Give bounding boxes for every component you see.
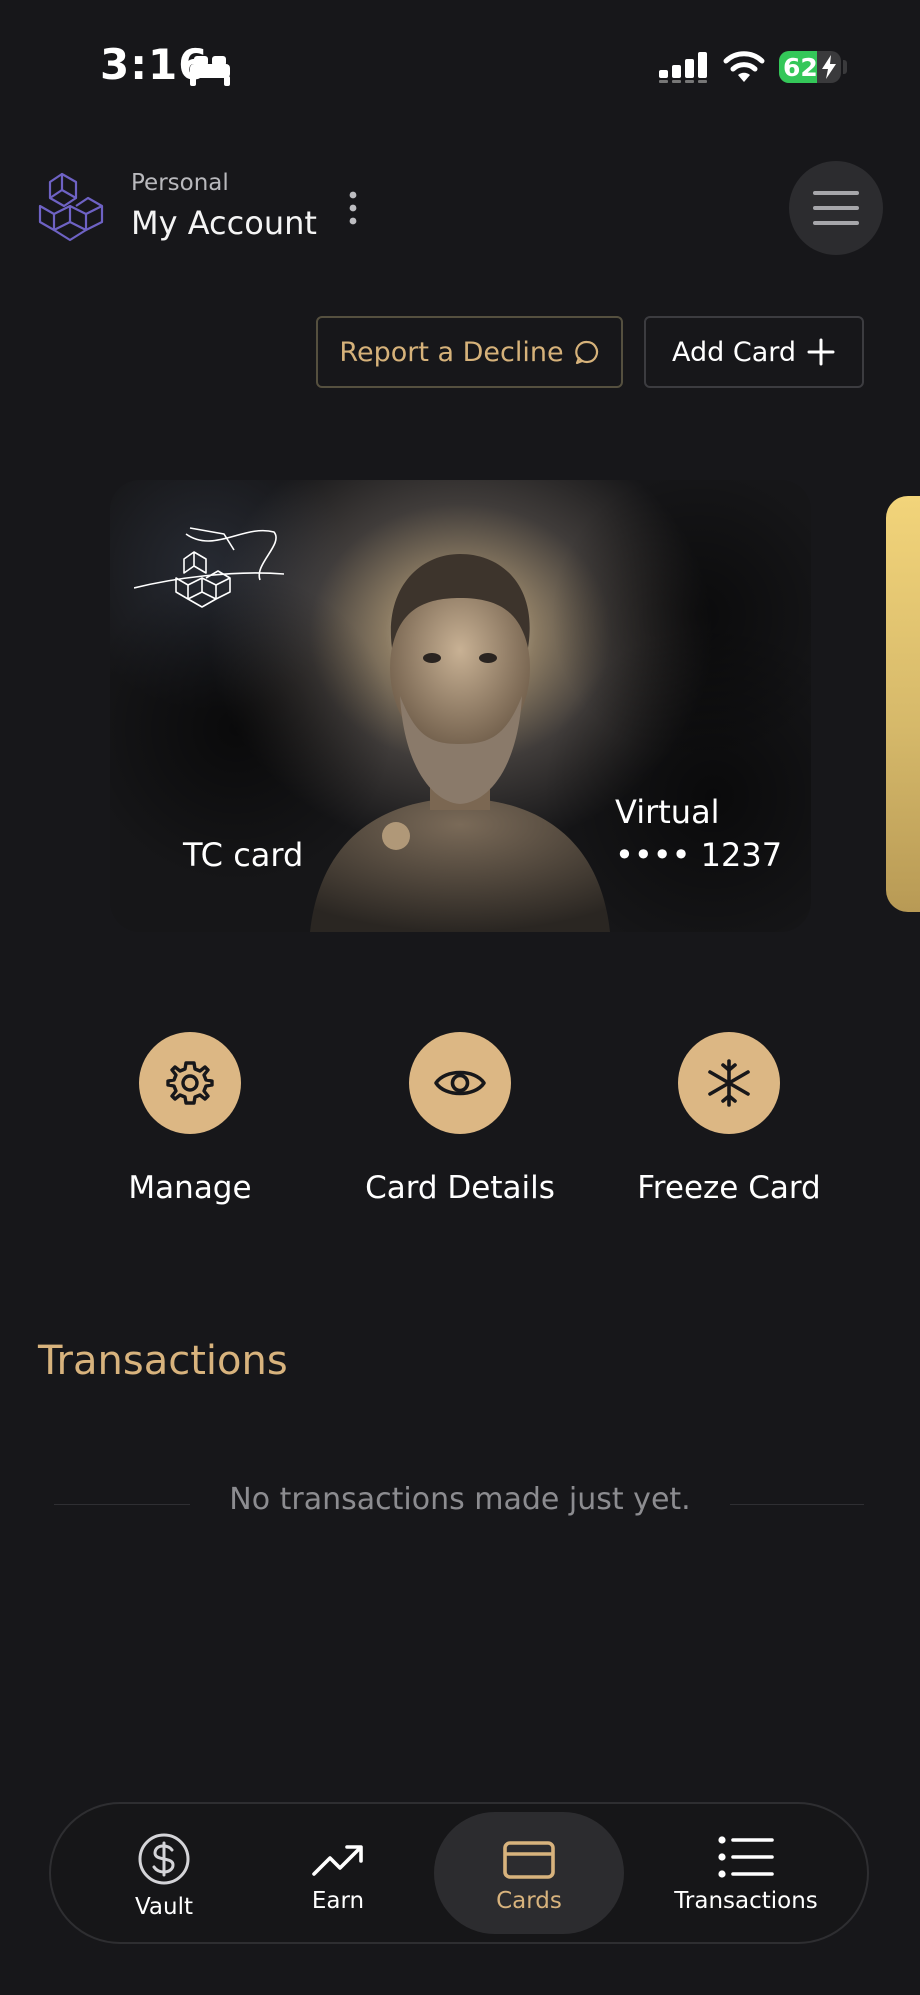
battery-percent: 62 — [783, 53, 818, 82]
gear-icon — [166, 1061, 214, 1105]
freeze-card-button[interactable]: Freeze Card — [619, 1032, 839, 1206]
card-type: Virtual — [615, 793, 720, 831]
nav-vault-label: Vault — [134, 1894, 194, 1920]
nav-transactions-label: Transactions — [674, 1888, 818, 1914]
card-brand-logo-icon — [134, 527, 284, 608]
more-options-icon[interactable] — [344, 190, 362, 226]
add-card-button[interactable]: Add Card — [644, 316, 864, 388]
cellular-signal-icon — [659, 52, 707, 83]
menu-bar — [813, 221, 859, 225]
manage-icon-circle — [139, 1032, 241, 1134]
nav-cards-label: Cards — [496, 1888, 562, 1914]
wifi-icon — [723, 51, 765, 82]
manage-label: Manage — [128, 1170, 252, 1206]
battery-cap — [843, 60, 847, 74]
report-decline-button[interactable]: Report a Decline — [316, 316, 623, 388]
report-decline-label: Report a Decline — [339, 336, 564, 368]
empty-transactions-message: No transactions made just yet. — [229, 1482, 691, 1517]
nav-transactions[interactable]: Transactions — [661, 1804, 831, 1972]
list-icon — [718, 1836, 774, 1878]
snowflake-icon — [708, 1059, 750, 1107]
dollar-circle-icon — [138, 1833, 190, 1885]
chat-bubble-icon — [574, 340, 598, 365]
add-card-label: Add Card — [671, 336, 797, 368]
card-details-label: Card Details — [365, 1170, 555, 1206]
card-artwork-bust — [310, 554, 610, 932]
eye-icon — [434, 1070, 486, 1096]
charging-bolt-icon — [822, 55, 836, 79]
account-logo-icon — [38, 172, 104, 242]
nav-earn[interactable]: Earn — [273, 1804, 403, 1978]
nav-vault[interactable]: Vault — [99, 1804, 229, 1970]
battery-indicator: 62 — [779, 51, 841, 83]
menu-bar — [813, 191, 859, 195]
nav-cards[interactable]: Cards — [434, 1812, 624, 1934]
transactions-heading: Transactions — [38, 1338, 288, 1384]
card-name: TC card — [183, 836, 304, 874]
divider-left — [54, 1504, 190, 1505]
card-masked-number: •••• 1237 — [615, 836, 783, 874]
next-card-peek[interactable] — [886, 496, 920, 912]
plus-icon — [807, 338, 835, 366]
card-icon — [503, 1841, 555, 1879]
freeze-card-label: Freeze Card — [637, 1170, 821, 1206]
payment-card[interactable]: TC card Virtual •••• 1237 — [110, 480, 811, 932]
account-switcher[interactable]: My Account — [131, 204, 317, 242]
account-type-label: Personal — [131, 170, 229, 196]
card-details-icon-circle — [409, 1032, 511, 1134]
trending-up-icon — [312, 1845, 363, 1876]
manage-card-button[interactable]: Manage — [80, 1032, 300, 1206]
hamburger-menu-button[interactable] — [789, 161, 883, 255]
divider-right — [730, 1504, 864, 1505]
menu-bar — [813, 206, 859, 210]
freeze-icon-circle — [678, 1032, 780, 1134]
bottom-navigation: Vault Earn Cards Transactions — [49, 1802, 869, 1944]
nav-earn-label: Earn — [311, 1888, 365, 1914]
bed-icon — [190, 56, 230, 86]
card-details-button[interactable]: Card Details — [350, 1032, 570, 1206]
